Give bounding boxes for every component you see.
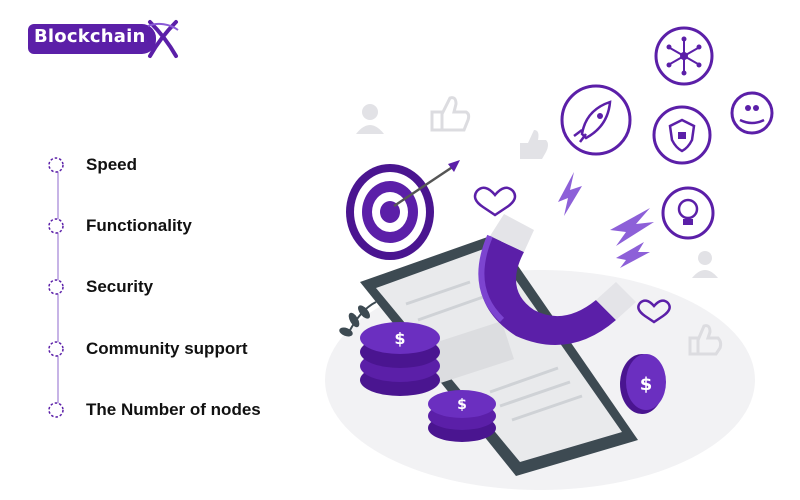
thumbs-up-icon [430, 96, 471, 132]
blockchain-logo: Blockchain [22, 16, 179, 62]
thumbs-up-icon [520, 130, 548, 159]
criteria-label: Security [86, 277, 154, 296]
bulb-icon [661, 186, 715, 240]
logo-text: Blockchain [34, 26, 146, 47]
lightning-icon [558, 172, 654, 268]
dashed-circle-icon [48, 341, 64, 357]
illustration-canvas: $ $ $ [325, 26, 774, 490]
criteria-label: The Number of nodes [86, 400, 261, 419]
coin-dollar-icon: $ [428, 390, 496, 442]
criteria-label: Community support [86, 339, 248, 358]
criteria-label: Speed [86, 155, 138, 174]
criteria-label: Functionality [86, 216, 192, 235]
dashed-circle-icon [48, 218, 64, 234]
svg-text:$: $ [640, 374, 653, 395]
criteria-list: Speed Functionality Security Community s… [40, 140, 340, 440]
hand-people-icon [730, 91, 774, 135]
dashed-circle-icon [48, 157, 64, 173]
target-icon [346, 160, 460, 260]
criteria-item-security: Security [40, 268, 340, 308]
coin-dollar-icon: $ [360, 322, 440, 396]
network-icon [654, 26, 714, 86]
criteria-item-speed: Speed [40, 146, 340, 186]
dashed-circle-icon [48, 279, 64, 295]
dashed-circle-icon [48, 402, 64, 418]
svg-text:$: $ [394, 329, 405, 348]
svg-text:$: $ [457, 397, 467, 413]
illustration: $ $ $ [320, 20, 790, 490]
criteria-item-number-of-nodes: The Number of nodes [40, 391, 340, 431]
criteria-item-functionality: Functionality [40, 207, 340, 247]
logo-x-icon [147, 20, 179, 58]
person-icon [692, 251, 718, 278]
heart-icon [473, 186, 517, 217]
rocket-icon [560, 84, 632, 156]
criteria-item-community-support: Community support [40, 330, 340, 370]
shield-icon [652, 105, 712, 165]
person-icon [356, 104, 384, 134]
